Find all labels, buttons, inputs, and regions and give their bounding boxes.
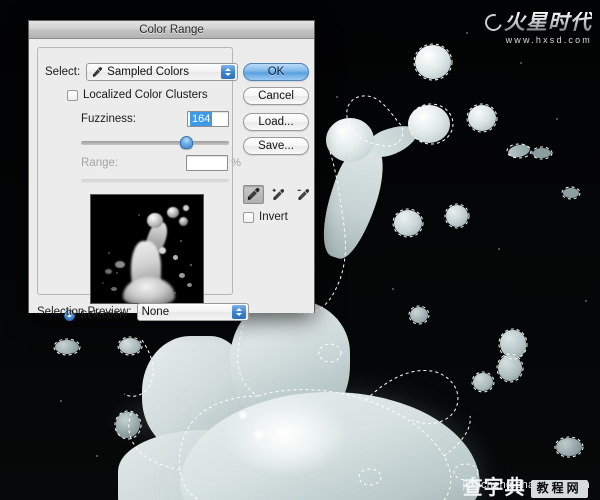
milk-droplet-small-5 bbox=[119, 338, 141, 354]
chazidian-brand: 查字典 bbox=[462, 477, 526, 500]
dialog-titlebar[interactable]: Color Range bbox=[29, 21, 314, 39]
range-input bbox=[186, 155, 229, 171]
mask-droplet-2 bbox=[179, 217, 188, 226]
splash-arm-bulb bbox=[326, 118, 374, 162]
range-slider bbox=[81, 177, 229, 185]
dust-speck bbox=[392, 288, 394, 290]
milk-droplet-large-3 bbox=[468, 105, 496, 131]
milk-droplet-mid-1 bbox=[394, 210, 422, 236]
dust-speck bbox=[498, 248, 500, 250]
mask-droplet-10 bbox=[111, 287, 117, 291]
milk-droplet-small-12 bbox=[410, 307, 428, 323]
dust-speck bbox=[96, 455, 98, 457]
eyedropper-add-icon[interactable] bbox=[268, 185, 289, 204]
select-value: Sampled Colors bbox=[107, 66, 189, 78]
dust-speck bbox=[345, 210, 347, 212]
hxsd-url: www.hxsd.com bbox=[505, 35, 592, 45]
eyedropper-sample-icon[interactable] bbox=[243, 185, 264, 204]
chazidian-boxed-label: 教程网 bbox=[530, 479, 588, 498]
milk-droplet-small-3 bbox=[533, 148, 551, 158]
mask-droplet-4 bbox=[159, 247, 166, 254]
dust-speck bbox=[336, 96, 338, 98]
dialog-buttons: OK Cancel Load... Save... bbox=[243, 63, 309, 161]
dust-speck bbox=[556, 118, 558, 120]
selection-preview-label: Selection Preview: bbox=[37, 306, 132, 318]
select-stepper-arrows[interactable] bbox=[221, 65, 235, 79]
dialog-body: Select: Sampled Colors Localized Color C… bbox=[29, 39, 315, 321]
fuzziness-row: Fuzziness: 164 bbox=[81, 111, 229, 127]
milk-droplet-mid-4 bbox=[498, 355, 522, 381]
selection-preview-stepper-arrows[interactable] bbox=[231, 305, 246, 319]
milk-droplet-mid-3 bbox=[500, 330, 526, 358]
milk-droplet-mid-5 bbox=[473, 373, 493, 391]
invert-label: Invert bbox=[259, 211, 288, 223]
hxsd-brand: 火星时代 bbox=[504, 11, 592, 34]
save-button[interactable]: Save... bbox=[243, 137, 309, 155]
mask-droplet-7 bbox=[105, 269, 112, 274]
mask-droplet-5 bbox=[173, 255, 178, 260]
milk-droplet-small-8 bbox=[563, 188, 579, 198]
milk-droplet-small-9 bbox=[556, 438, 582, 456]
screenshot-root: 火星时代 www.hxsd.com 查字典 教程网 jiaocheng.chaz… bbox=[0, 0, 600, 500]
watermark-hxsd: 火星时代 www.hxsd.com bbox=[482, 11, 592, 45]
color-range-dialog: Color Range Select: Sampled Colors Local… bbox=[28, 20, 315, 321]
fuzziness-slider[interactable] bbox=[81, 135, 229, 151]
select-row: Select: Sampled Colors bbox=[43, 63, 238, 81]
selection-preview-row: Selection Preview: None bbox=[37, 303, 262, 321]
localized-color-clusters-row[interactable]: Localized Color Clusters bbox=[67, 89, 208, 101]
dust-speck bbox=[520, 62, 522, 64]
localized-color-clusters-checkbox[interactable] bbox=[67, 89, 78, 101]
range-label: Range: bbox=[81, 157, 119, 169]
mask-droplet-3 bbox=[183, 205, 189, 211]
milk-droplet-small-6 bbox=[55, 340, 79, 354]
selection-preview-dropdown[interactable]: None bbox=[136, 303, 249, 321]
eyedropper-icon bbox=[91, 66, 103, 78]
specular-highlight-1 bbox=[238, 410, 248, 420]
dialog-title: Color Range bbox=[139, 23, 204, 36]
select-label: Select: bbox=[43, 66, 83, 78]
mask-droplet-1 bbox=[167, 207, 179, 218]
localized-color-clusters-label: Localized Color Clusters bbox=[83, 89, 208, 101]
selection-preview-value: None bbox=[141, 306, 170, 318]
milk-droplet-large-2 bbox=[415, 45, 451, 79]
ok-button[interactable]: OK bbox=[243, 63, 309, 81]
eyedropper-subtract-icon[interactable] bbox=[293, 185, 314, 204]
hxsd-logo-icon bbox=[482, 11, 505, 34]
milk-droplet-small-7 bbox=[116, 412, 140, 438]
fuzziness-slider-track bbox=[81, 141, 229, 145]
milk-droplet-small-1 bbox=[506, 142, 532, 160]
load-button[interactable]: Load... bbox=[243, 113, 309, 131]
range-slider-track bbox=[81, 179, 229, 183]
dust-speck bbox=[60, 400, 62, 402]
watermark-chazidian: 查字典 教程网 jiaocheng.chazidian.com bbox=[463, 477, 590, 499]
milk-droplet-large-1 bbox=[408, 105, 450, 143]
range-unit: % bbox=[231, 157, 241, 169]
color-range-preview-thumbnail[interactable] bbox=[90, 194, 204, 304]
eyedropper-tools bbox=[243, 185, 315, 205]
fuzziness-label: Fuzziness: bbox=[81, 113, 136, 125]
mask-bulb bbox=[147, 213, 163, 228]
fuzziness-input[interactable]: 164 bbox=[187, 111, 229, 127]
fuzziness-slider-thumb[interactable] bbox=[180, 136, 194, 149]
milk-droplet-mid-2 bbox=[446, 205, 468, 227]
mask-droplet-8 bbox=[179, 273, 185, 278]
dust-speck bbox=[466, 32, 468, 34]
specular-highlight-2 bbox=[252, 428, 266, 442]
mask-droplet-9 bbox=[187, 283, 192, 287]
range-row: Range: % bbox=[81, 155, 241, 171]
select-dropdown[interactable]: Sampled Colors bbox=[86, 63, 238, 81]
invert-row[interactable]: Invert bbox=[243, 211, 288, 223]
invert-checkbox[interactable] bbox=[243, 211, 254, 223]
fuzziness-value: 164 bbox=[190, 112, 213, 126]
cancel-button[interactable]: Cancel bbox=[243, 87, 309, 105]
dust-speck bbox=[585, 300, 587, 302]
mask-droplet-6 bbox=[115, 261, 125, 268]
